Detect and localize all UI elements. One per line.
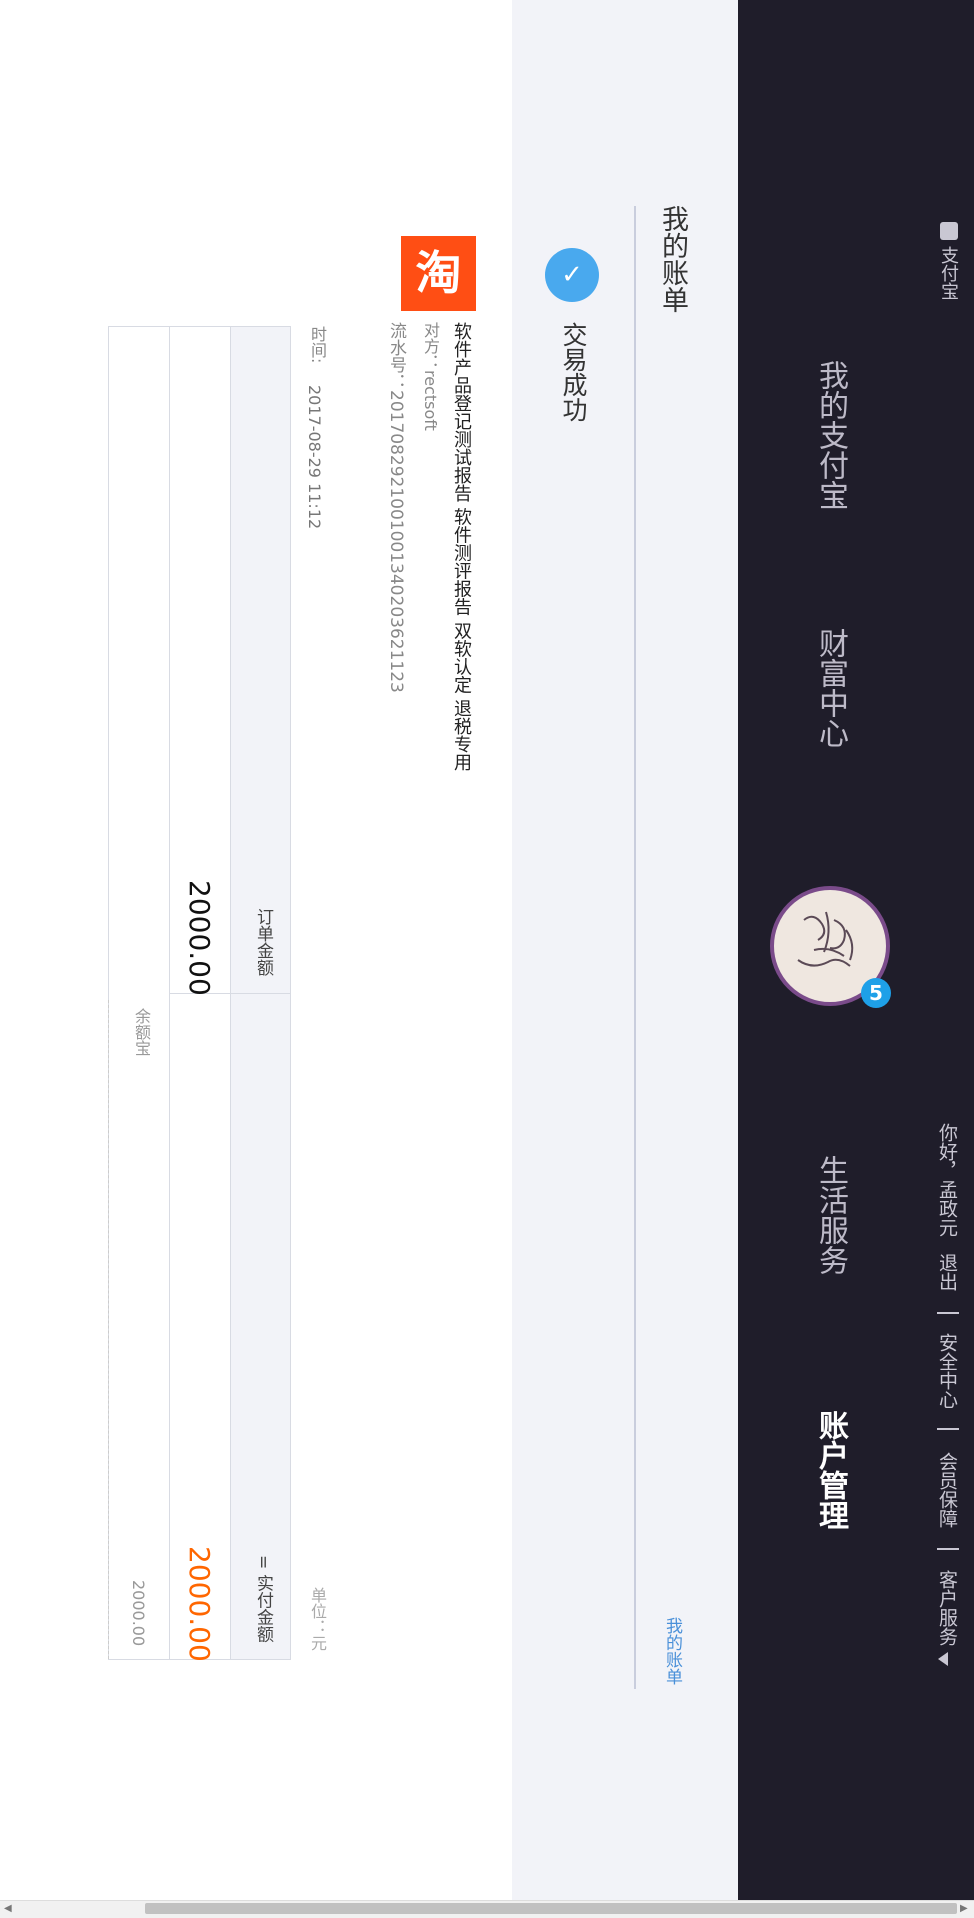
payment-method-amount: 2000.00 — [129, 1580, 148, 1647]
nav-life-services[interactable]: 生活服务 — [808, 1155, 852, 1275]
nav-account-management[interactable]: 账户管理 — [808, 1410, 852, 1530]
breadcrumb[interactable]: 我的账单 — [660, 1617, 685, 1685]
caret-down-icon[interactable] — [938, 1652, 948, 1666]
brand-label[interactable]: 支付宝 — [935, 246, 961, 300]
serial-number: 流水号：20170829210010013402036​21123 — [386, 322, 406, 693]
greeting-text: 你好，孟政元 — [936, 1123, 958, 1237]
order-amount-value: 2000.00 — [183, 880, 216, 996]
divider — [937, 1312, 959, 1314]
status-text: 交易成功 — [559, 322, 588, 422]
counterparty: 对方：rectsoft — [421, 322, 440, 431]
nav-wealth-center[interactable]: 财富中心 — [808, 628, 852, 748]
divider — [937, 1548, 959, 1550]
divider — [937, 1428, 959, 1430]
time-label: 时间: — [308, 326, 327, 364]
page-title: 我的账单 — [657, 205, 688, 313]
success-check-icon: ✓ — [545, 248, 599, 302]
scroll-right-icon[interactable]: ▶ — [960, 1903, 968, 1914]
notification-badge: 5 — [861, 978, 891, 1008]
security-center-link[interactable]: 安全中心 — [934, 1333, 961, 1409]
alipay-logo-icon[interactable] — [940, 222, 958, 240]
title-divider — [634, 206, 636, 1689]
logout-link[interactable]: 退出 — [934, 1253, 961, 1291]
customer-service-link[interactable]: 客户服务 — [934, 1570, 961, 1646]
product-name: 软件产品登记测试报告 软件测评报告 双软认定 退税专用 — [451, 322, 472, 772]
table-divider — [108, 1000, 110, 1659]
order-amount-header: 订单金额 — [253, 908, 273, 976]
scrollbar-thumb[interactable] — [145, 1903, 957, 1914]
taobao-logo-icon: 淘 — [401, 236, 476, 311]
scroll-left-icon[interactable]: ◀ — [4, 1903, 12, 1914]
payment-method: 余额宝 — [132, 1008, 151, 1056]
time-value: 2017-08-29 11:12 — [305, 385, 324, 530]
nav-my-alipay[interactable]: 我的支付宝 — [808, 360, 852, 510]
paid-amount-value: 2000.00 — [183, 1546, 216, 1662]
unit-label: 单位：元 — [308, 1587, 327, 1651]
member-protection-link[interactable]: 会员保障 — [934, 1452, 961, 1528]
paid-amount-header: = 实付金额 — [253, 1555, 273, 1643]
content-backdrop — [512, 0, 738, 1900]
